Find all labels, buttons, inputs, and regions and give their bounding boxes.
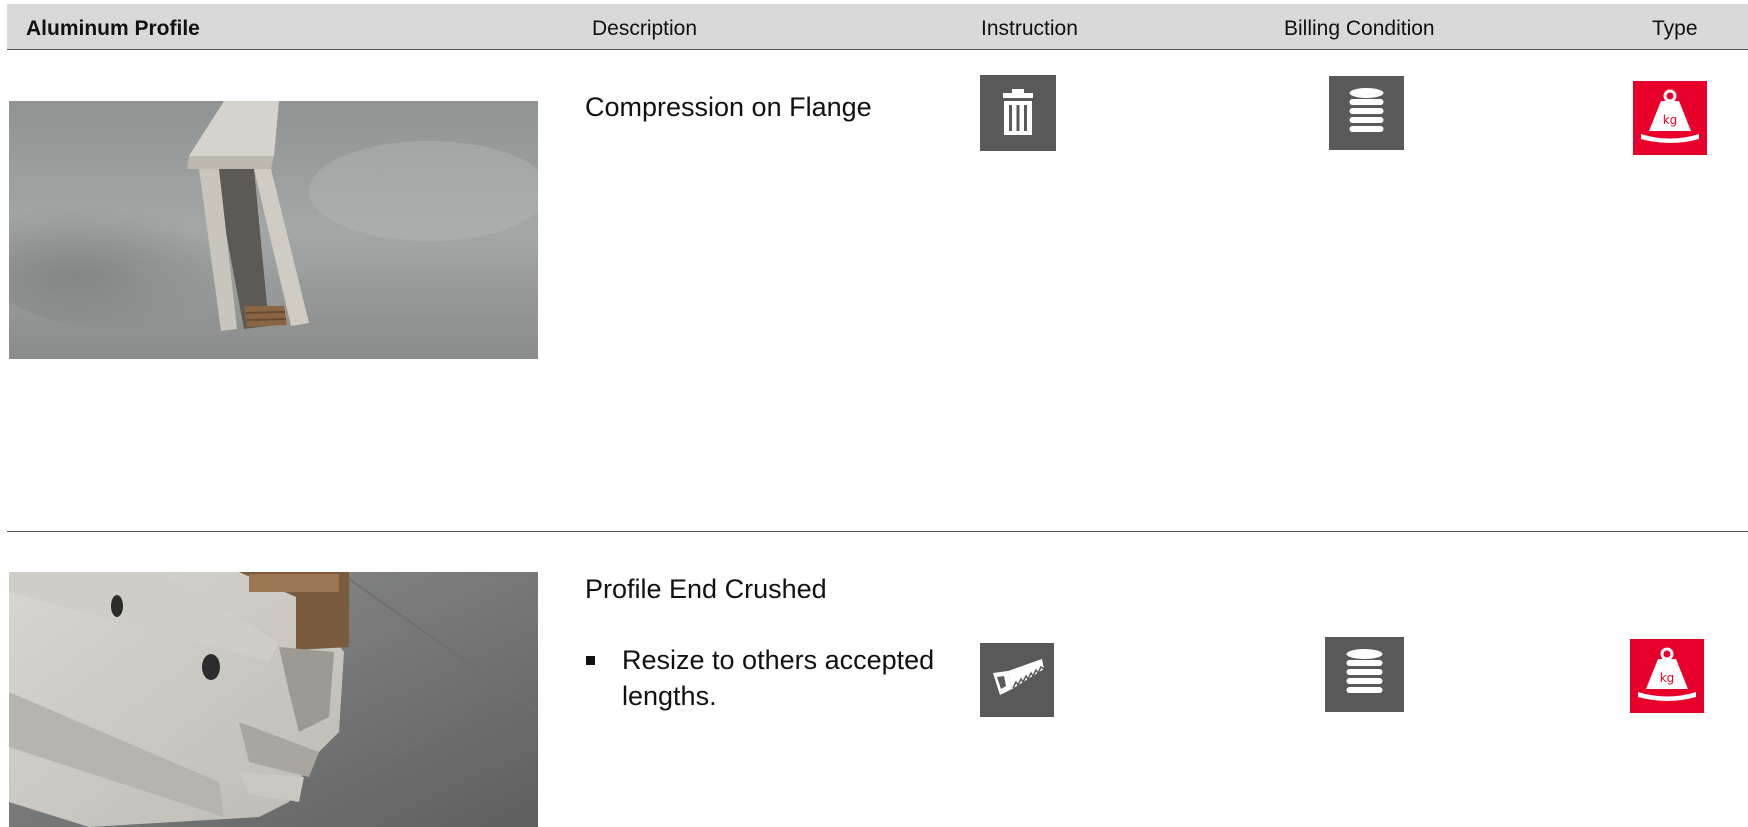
row-divider (7, 531, 1748, 532)
row-title-end-crushed: Profile End Crushed (585, 574, 827, 604)
column-header-profile: Aluminum Profile (26, 17, 200, 40)
row-title-compression: Compression on Flange (585, 92, 872, 122)
bullet-marker (586, 656, 595, 665)
saw-icon (980, 643, 1054, 717)
weight-kg-icon: kg (1633, 81, 1707, 155)
table-header: Aluminum Profile Description Instruction… (7, 4, 1748, 50)
profile-photo-compression (9, 101, 538, 359)
kg-label: kg (1660, 671, 1675, 685)
column-header-description: Description (592, 17, 698, 40)
coin-stack-icon (1325, 637, 1404, 712)
instruction-bullet: Resize to others accepted lengths. (586, 642, 966, 722)
bullet-text: Resize to others accepted lengths. (622, 645, 935, 711)
column-header-billing-condition: Billing Condition (1284, 17, 1435, 40)
profile-photo-end-crushed (9, 572, 538, 827)
weight-kg-icon: kg (1630, 639, 1704, 713)
kg-label: kg (1663, 113, 1678, 127)
coin-stack-icon (1329, 76, 1404, 150)
column-header-type: Type (1652, 17, 1698, 40)
trash-icon (980, 75, 1056, 151)
column-header-instruction: Instruction (981, 17, 1078, 40)
